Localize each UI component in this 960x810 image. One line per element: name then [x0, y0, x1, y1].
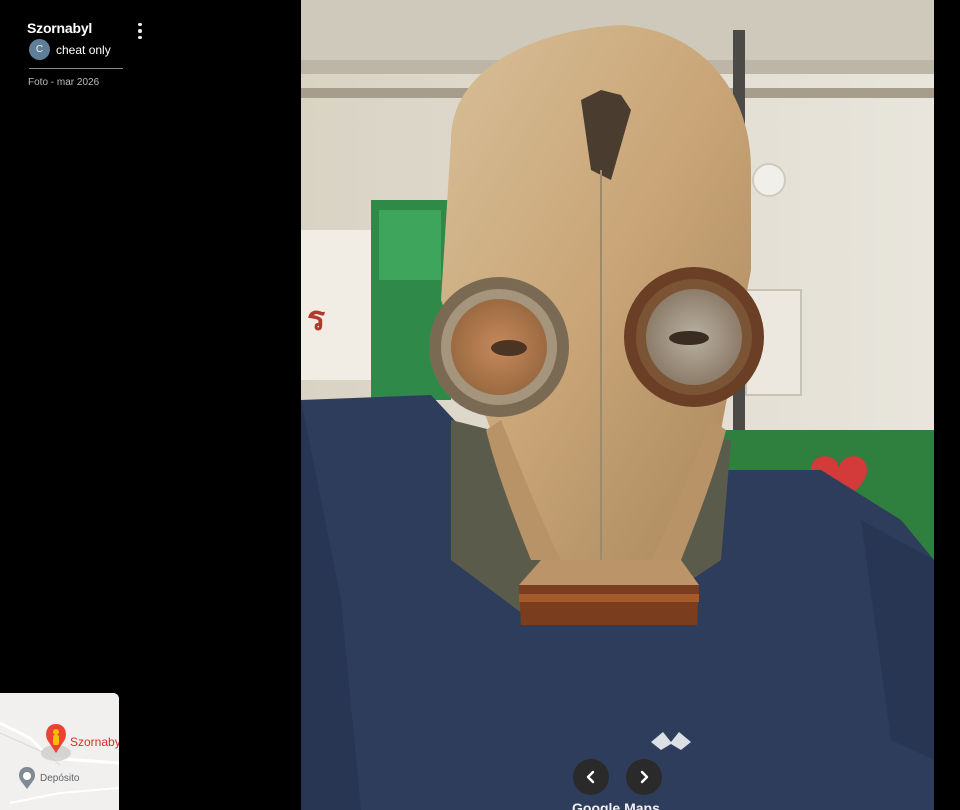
right-edge — [934, 0, 960, 810]
author-row[interactable]: C cheat only — [29, 39, 111, 60]
next-photo-button[interactable] — [626, 759, 662, 795]
divider — [29, 68, 123, 69]
avatar: C — [29, 39, 50, 60]
author-name[interactable]: cheat only — [56, 43, 111, 57]
chevron-right-icon — [640, 770, 649, 784]
chevron-left-icon — [586, 770, 595, 784]
previous-photo-button[interactable] — [573, 759, 609, 795]
svg-text:ร: ร — [307, 299, 326, 339]
minimap-map — [0, 693, 119, 810]
photo-viewer: Szornabyl C cheat only Foto - mar 2026 ร… — [0, 0, 960, 810]
more-vert-icon — [138, 22, 142, 27]
brand-label: Google Maps — [572, 800, 660, 810]
minimap[interactable]: Szornaby Depósito — [0, 693, 119, 810]
map-place-label[interactable]: Szornaby — [70, 735, 119, 749]
place-title[interactable]: Szornabyl — [27, 20, 92, 36]
info-panel: Szornabyl C cheat only Foto - mar 2026 — [0, 0, 301, 810]
more-options-button[interactable] — [130, 20, 150, 42]
photo-date: Foto - mar 2026 — [28, 77, 100, 88]
photo-image[interactable]: ร — [301, 0, 934, 810]
gas-mask-photo: ร — [301, 0, 934, 810]
map-secondary-label[interactable]: Depósito — [40, 773, 79, 784]
